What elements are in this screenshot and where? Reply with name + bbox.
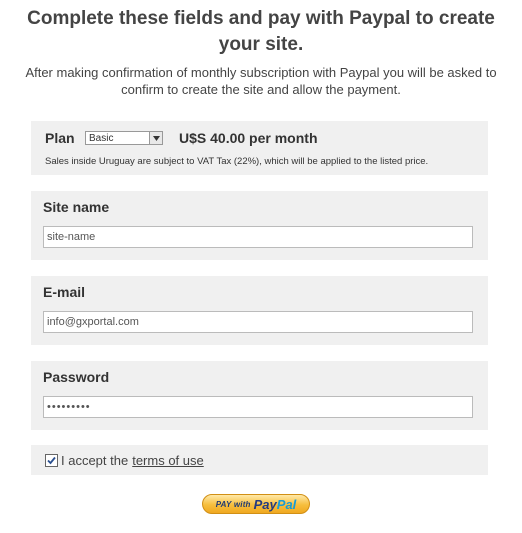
password-panel: Password xyxy=(31,361,488,430)
checkmark-icon xyxy=(47,456,56,464)
plan-select-value: Basic xyxy=(89,133,114,144)
terms-text: I accept the xyxy=(61,452,129,468)
plan-label: Plan xyxy=(45,130,75,146)
terms-panel: I accept the terms of use xyxy=(31,445,488,475)
email-input[interactable] xyxy=(43,311,473,333)
password-label: Password xyxy=(43,369,110,385)
vat-note: Sales inside Uruguay are subject to VAT … xyxy=(45,156,429,167)
plan-price: U$S 40.00 per month xyxy=(179,130,318,146)
site-name-panel: Site name xyxy=(31,191,488,260)
email-panel: E-mail xyxy=(31,276,488,345)
plan-select[interactable]: Basic xyxy=(85,131,163,145)
site-name-label: Site name xyxy=(43,199,110,215)
terms-checkbox[interactable] xyxy=(45,453,58,467)
dropdown-arrow-icon[interactable] xyxy=(149,132,162,144)
plan-panel: Plan Basic U$S 40.00 per month Sales ins… xyxy=(31,121,488,175)
pay-with-text: PAY with xyxy=(215,499,251,509)
page-subtitle: After making confirmation of monthly sub… xyxy=(25,65,497,97)
terms-of-use-link[interactable]: terms of use xyxy=(132,453,204,468)
pay-with-paypal-button[interactable]: PAY with PayPal xyxy=(202,494,310,514)
email-label: E-mail xyxy=(43,284,86,300)
site-name-input[interactable] xyxy=(43,226,473,248)
page-title: Complete these fields and pay with Paypa… xyxy=(27,8,495,55)
password-input[interactable] xyxy=(43,396,473,418)
paypal-logo-icon: PayPal xyxy=(253,496,297,512)
